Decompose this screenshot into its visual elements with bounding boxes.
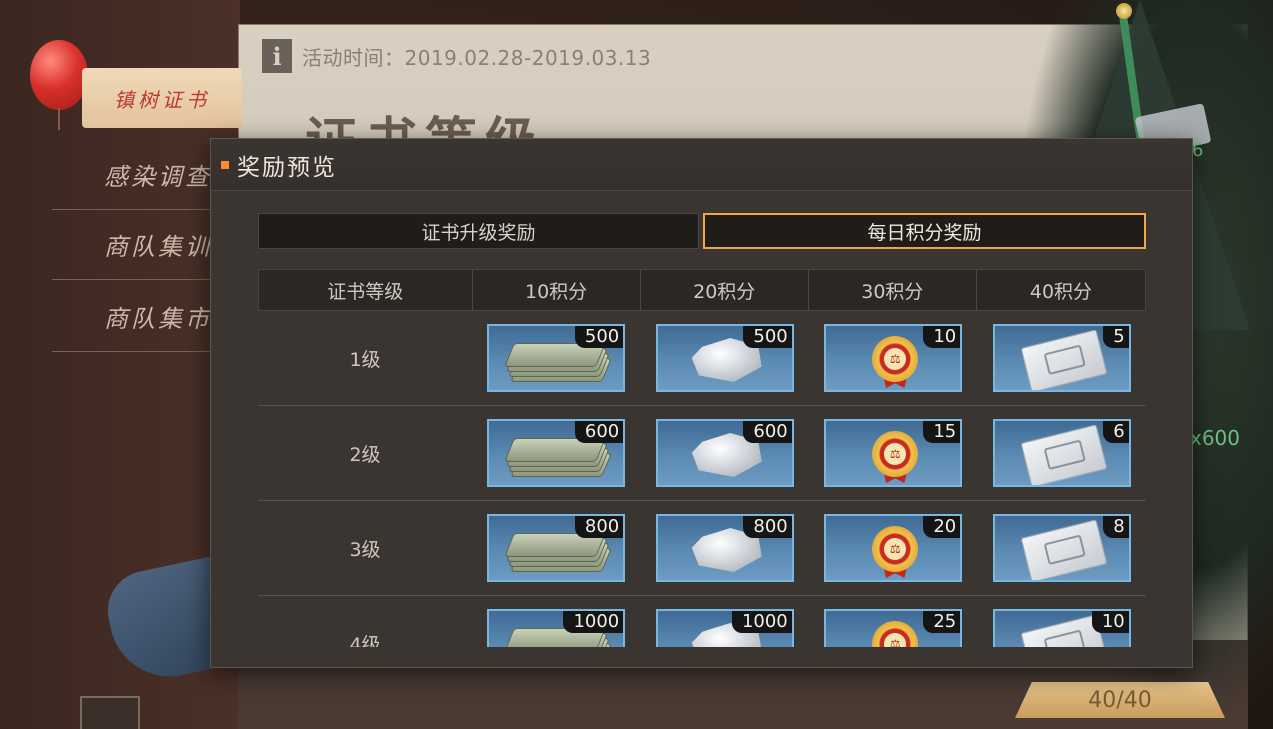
column-header-30-points: 30积分: [809, 270, 977, 310]
reward-count: 10: [1091, 611, 1129, 633]
reward-count: 5: [1103, 326, 1129, 348]
reward-item[interactable]: 5: [992, 324, 1131, 392]
reward-table: 证书等级 10积分 20积分 30积分 40积分 1级 500 500 ⚖ 10 5 2级 6…: [258, 269, 1146, 647]
reward-count: 15: [923, 421, 961, 443]
tab-daily-points-rewards[interactable]: 每日积分奖励: [703, 213, 1146, 249]
balloon-string: [58, 108, 60, 130]
table-header: 证书等级 10积分 20积分 30积分 40积分: [258, 269, 1146, 311]
reward-item[interactable]: ⚖ 25: [824, 609, 963, 647]
reward-cell: 600: [472, 406, 641, 500]
progress-counter: 40/40: [1015, 682, 1225, 718]
column-header-10-points: 10积分: [473, 270, 641, 310]
reward-item[interactable]: 500: [655, 324, 794, 392]
pencil-icon: [80, 696, 140, 729]
reward-rows[interactable]: 1级 500 500 ⚖ 10 5 2级 600 600 ⚖ 15 6 3级 800 800 ⚖ 20 8 4级 10…: [258, 311, 1146, 647]
info-icon[interactable]: i: [262, 39, 292, 73]
reward-count: 500: [574, 326, 624, 348]
reward-cell: ⚖ 20: [809, 501, 978, 595]
level-label: 1级: [349, 348, 381, 371]
reward-cell: ⚖ 15: [809, 406, 978, 500]
reward-count: 500: [743, 326, 792, 348]
sidebar-item-certificate[interactable]: 镇树证书: [82, 68, 242, 128]
dialog-title: 奖励预览: [237, 154, 337, 181]
sealed-bag-icon: [1020, 519, 1108, 580]
reward-count: 20: [923, 516, 961, 538]
table-row: 3级 800 800 ⚖ 20 8: [258, 501, 1146, 596]
reward-cell: 10: [978, 596, 1147, 647]
reward-count: 800: [743, 516, 792, 538]
reward-preview-dialog: 奖励预览 证书升级奖励 每日积分奖励 证书等级 10积分 20积分 30积分 4…: [210, 138, 1193, 668]
header-marker-icon: [221, 160, 229, 169]
bg-reward-count: x600: [1190, 426, 1241, 450]
dialog-header: 奖励预览: [211, 139, 1192, 191]
level-label: 2级: [349, 443, 381, 466]
reward-count: 25: [923, 611, 961, 633]
column-header-40-points: 40积分: [1029, 280, 1093, 303]
reward-count: 8: [1103, 516, 1129, 538]
balloon-icon: [30, 40, 88, 110]
column-header-level: 证书等级: [259, 270, 473, 310]
reward-item[interactable]: ⚖ 10: [824, 324, 963, 392]
reward-item[interactable]: 1000: [487, 609, 626, 647]
reward-tabs: 证书升级奖励 每日积分奖励: [258, 213, 1146, 249]
reward-cell: 1000: [472, 596, 641, 647]
column-header-20-points: 20积分: [641, 270, 809, 310]
medal-icon: ⚖: [866, 427, 926, 483]
reward-item[interactable]: 10: [992, 609, 1131, 647]
reward-count: 800: [574, 516, 624, 538]
table-row: 2级 600 600 ⚖ 15 6: [258, 406, 1146, 501]
reward-item[interactable]: 800: [655, 514, 794, 582]
tab-upgrade-rewards[interactable]: 证书升级奖励: [258, 213, 699, 249]
level-label: 3级: [349, 538, 381, 561]
medal-icon: ⚖: [866, 617, 926, 647]
sealed-bag-icon: [1020, 424, 1108, 485]
reward-count: 600: [743, 421, 792, 443]
reward-cell: 600: [641, 406, 810, 500]
reward-cell: 800: [641, 501, 810, 595]
medal-icon: ⚖: [866, 332, 926, 388]
reward-item[interactable]: 500: [487, 324, 626, 392]
reward-cell: 500: [472, 311, 641, 405]
level-label: 4级: [349, 633, 381, 648]
reward-cell: 500: [641, 311, 810, 405]
reward-item[interactable]: 1000: [655, 609, 794, 647]
reward-item[interactable]: ⚖ 15: [824, 419, 963, 487]
reward-item[interactable]: 8: [992, 514, 1131, 582]
reward-count: 1000: [563, 611, 624, 633]
medal-icon: ⚖: [866, 522, 926, 578]
activity-time-label: 活动时间：2019.02.28-2019.03.13: [302, 45, 652, 70]
reward-cell: 1000: [641, 596, 810, 647]
reward-cell: 5: [978, 311, 1147, 405]
reward-item[interactable]: 600: [655, 419, 794, 487]
reward-count: 600: [574, 421, 624, 443]
star-icon: [1116, 3, 1132, 19]
reward-item[interactable]: 600: [487, 419, 626, 487]
reward-item[interactable]: 6: [992, 419, 1131, 487]
table-row: 1级 500 500 ⚖ 10 5: [258, 311, 1146, 406]
reward-count: 10: [923, 326, 961, 348]
reward-cell: 800: [472, 501, 641, 595]
bg-reward-count: 6: [1192, 140, 1204, 161]
reward-item[interactable]: ⚖ 20: [824, 514, 963, 582]
reward-count: 1000: [731, 611, 792, 633]
table-row: 4级 1000 1000 ⚖ 25 10: [258, 596, 1146, 647]
sealed-bag-icon: [1020, 329, 1108, 390]
reward-cell: 6: [978, 406, 1147, 500]
reward-cell: ⚖ 10: [809, 311, 978, 405]
reward-cell: ⚖ 25: [809, 596, 978, 647]
activity-time: i 活动时间：2019.02.28-2019.03.13: [262, 38, 651, 74]
reward-count: 6: [1103, 421, 1129, 443]
reward-cell: 8: [978, 501, 1147, 595]
reward-item[interactable]: 800: [487, 514, 626, 582]
